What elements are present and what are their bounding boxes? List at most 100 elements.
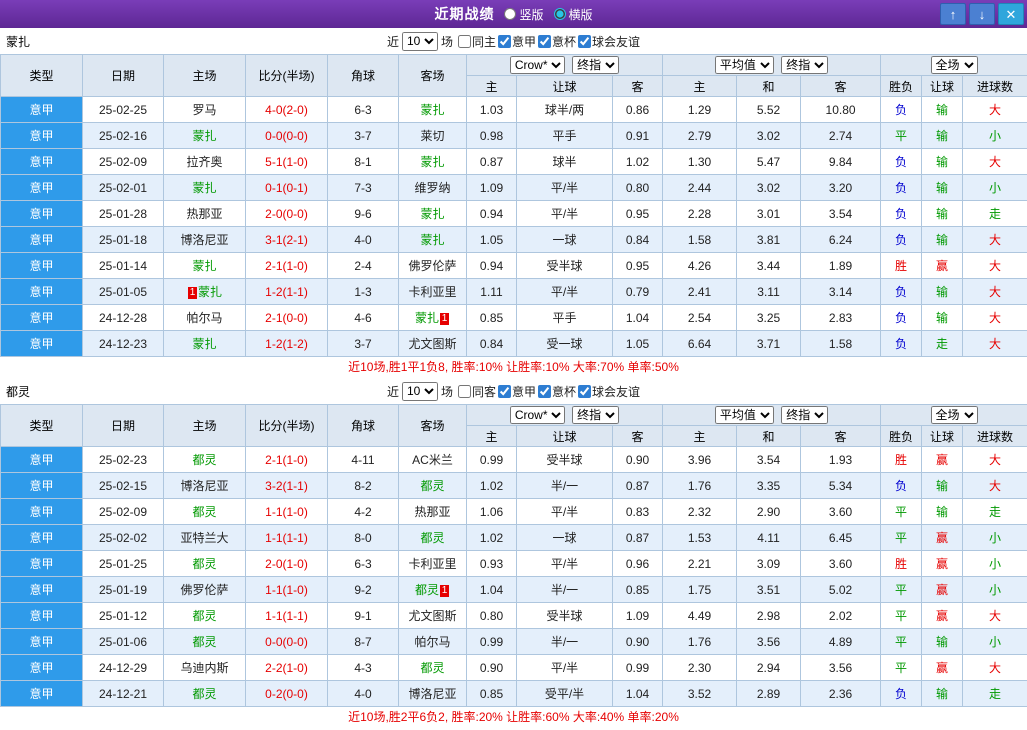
match-row: 意甲 24-12-21 都灵 0-2(0-0) 4-0 博洛尼亚 0.85 受平/半 1.04 3… [0,680,1027,707]
home-team-cell: 都灵 [163,446,246,473]
close-icon: ✕ [1005,6,1017,22]
horizontal-layout-radio[interactable] [553,8,566,20]
filter-checkbox[interactable] [498,34,511,48]
scroll-down-button[interactable]: ↓ [969,3,995,25]
layout-option-horizontal[interactable]: 横版 [553,6,593,23]
win-draw-loss-result: 平 [880,576,923,603]
win-draw-loss-result: 胜 [880,550,923,577]
europe-final-select[interactable]: 终指 [781,56,829,74]
europe-home-odds: 1.53 [662,524,738,551]
handicap-result: 赢 [921,602,964,629]
league-type-cell: 意甲 [0,278,83,305]
win-draw-loss-result: 负 [880,330,923,357]
europe-average-select[interactable]: 平均值 [714,406,774,424]
corner-count: 8-0 [327,524,399,551]
home-team-cell: 都灵 [163,602,246,629]
home-team-cell: 帕尔马 [163,304,246,331]
league-type-cell: 意甲 [0,200,83,227]
vertical-layout-radio[interactable] [504,8,517,20]
team-name: 都灵 [420,479,445,493]
away-team-cell: 尤文图斯 [398,330,467,357]
filter-checkbox-option[interactable]: 意甲 [498,33,536,50]
handicap-home-odds: 0.87 [466,148,517,175]
filter-checkbox-option[interactable]: 同客 [457,383,496,400]
match-count-select[interactable]: 10 [401,31,438,51]
handicap-home-odds: 0.80 [466,602,517,629]
team-name: 都灵 [192,609,217,623]
europe-draw-odds: 3.44 [736,252,802,279]
league-type-cell: 意甲 [0,304,83,331]
odds-final-select[interactable]: 终指 [572,406,620,424]
europe-average-select[interactable]: 平均值 [714,56,774,74]
scope-select[interactable]: 全场 [930,406,978,424]
match-score: 0-0(0-0) [245,628,328,655]
europe-final-select[interactable]: 终指 [781,406,829,424]
handicap-result: 输 [921,122,964,149]
team-name: 都灵 [420,531,445,545]
filter-checkbox[interactable] [578,384,592,398]
col-handicap-away: 客 [611,425,664,447]
europe-draw-odds: 3.02 [736,174,802,201]
team-name: 卡利亚里 [408,285,457,299]
filter-checkbox[interactable] [578,34,592,48]
away-team-cell: 卡利亚里 [398,550,467,577]
match-row: 意甲 25-01-28 热那亚 2-0(0-0) 9-6 蒙扎 0.94 平/半 0.95 2.2… [0,200,1027,227]
filter-checkbox-option[interactable]: 同主 [457,33,496,50]
filter-checkbox[interactable] [538,384,552,398]
filter-checkbox[interactable] [457,34,471,48]
away-team-cell: AC米兰 [398,446,467,473]
col-result: 胜负 [880,425,923,447]
col-handicap-away: 客 [611,75,664,97]
team-name: 都灵 [192,453,217,467]
filter-checkbox-option[interactable]: 球会友谊 [578,33,640,50]
filter-checkbox[interactable] [457,384,471,398]
match-score: 2-1(0-0) [245,304,328,331]
scope-controls: 全场 [880,54,1027,76]
close-button[interactable]: ✕ [998,3,1024,25]
filter-checkbox-option[interactable]: 意杯 [538,383,576,400]
filter-checkbox-option[interactable]: 意甲 [498,383,536,400]
match-row: 意甲 25-02-16 蒙扎 0-0(0-0) 3-7 莱切 0.98 平手 0.91 2.79 3… [0,122,1027,149]
match-date: 25-01-19 [82,576,164,603]
away-team-cell: 尤文图斯 [398,602,467,629]
red-card-badge: 1 [187,287,197,299]
col-result: 胜负 [880,75,923,97]
layout-option-vertical[interactable]: 竖版 [504,6,544,23]
europe-home-odds: 2.21 [662,550,738,577]
away-team-cell: 都灵 [398,472,467,499]
corner-count: 1-3 [327,278,399,305]
odds-final-select[interactable]: 终指 [572,56,620,74]
europe-home-odds: 2.28 [662,200,738,227]
scroll-up-button[interactable]: ↑ [940,3,966,25]
filter-checkbox-option[interactable]: 意杯 [538,33,576,50]
odds-company-select[interactable]: Crow* [509,56,565,74]
handicap-line: 平/半 [516,550,613,577]
match-score: 4-0(2-0) [245,96,328,123]
handicap-home-odds: 1.11 [466,278,517,305]
col-europe-draw: 和 [736,75,802,97]
filter-checkbox[interactable] [538,34,552,48]
handicap-away-odds: 0.84 [611,226,664,253]
team-name: 博洛尼亚 [180,233,229,247]
section-team-name: 蒙扎 [6,34,31,49]
match-date: 25-01-25 [82,550,164,577]
handicap-line: 平/半 [516,278,613,305]
league-filter-group: 同主 意甲 意杯 球会友谊 [456,33,640,50]
match-row: 意甲 25-02-09 都灵 1-1(1-0) 4-2 热那亚 1.06 平/半 0.83 2.3… [0,498,1027,525]
handicap-result: 输 [921,472,964,499]
handicap-line: 平手 [516,122,613,149]
odds-company-select[interactable]: Crow* [509,406,565,424]
handicap-away-odds: 0.95 [611,200,664,227]
filter-checkbox-option[interactable]: 球会友谊 [578,383,640,400]
team-name: 热那亚 [414,505,451,519]
team-name: 博洛尼亚 [180,479,229,493]
results-table: 类型 日期 主场 比分(半场) 角球 客场 Crow* 终指 平均值 终指 全场… [0,404,1027,707]
scope-select[interactable]: 全场 [930,56,978,74]
europe-home-odds: 3.52 [662,680,738,707]
filter-controls: 近 10 场 同主 意甲 意杯 球会友谊 [387,31,640,51]
win-draw-loss-result: 负 [880,96,923,123]
match-count-select[interactable]: 10 [401,381,438,401]
europe-away-odds: 6.24 [800,226,882,253]
away-team-cell: 佛罗伦萨 [398,252,467,279]
filter-checkbox[interactable] [498,384,511,398]
